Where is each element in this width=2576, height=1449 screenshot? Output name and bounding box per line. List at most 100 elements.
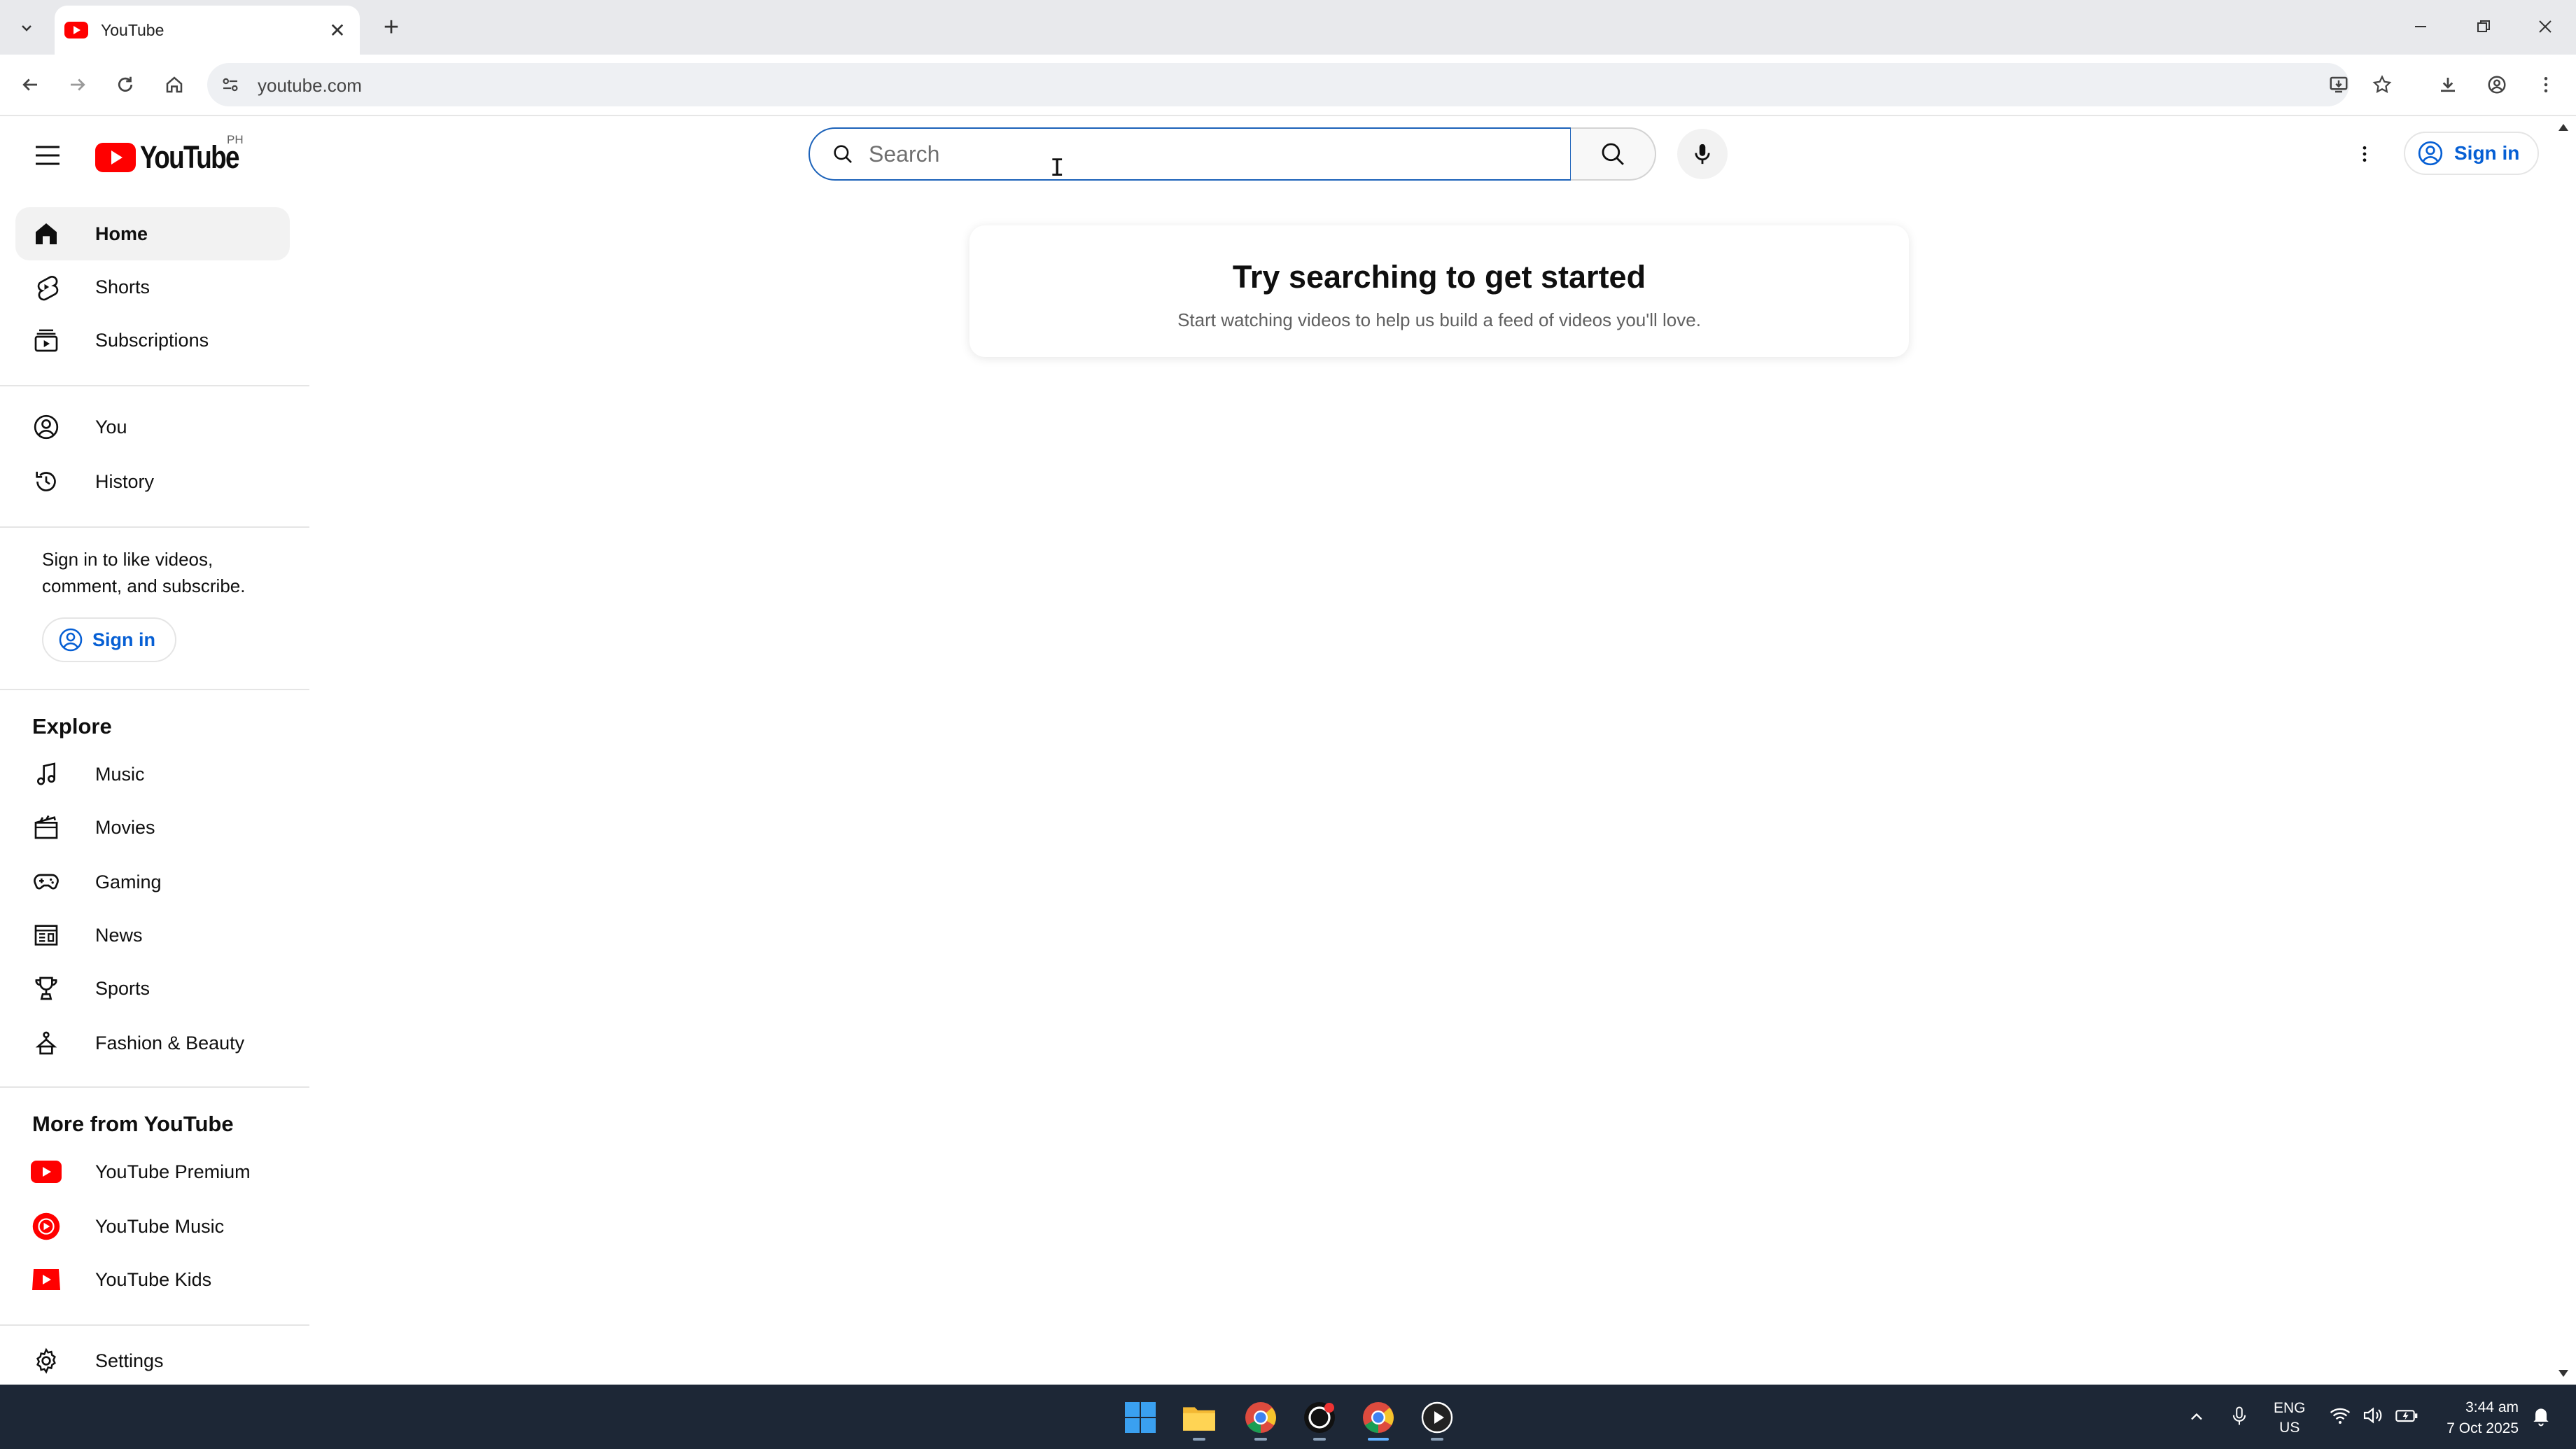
- search-button[interactable]: [1571, 127, 1656, 181]
- clock-time: 3:44 am: [2465, 1399, 2519, 1415]
- sidebar-item-youtube-premium[interactable]: YouTube Premium: [15, 1145, 290, 1198]
- youtube-logo-text: YouTube: [140, 139, 240, 175]
- tray-microphone[interactable]: [2229, 1404, 2250, 1428]
- text-cursor-icon: I: [1050, 154, 1065, 182]
- sidebar-item-label: Home: [95, 223, 148, 244]
- close-window-button[interactable]: [2523, 7, 2568, 46]
- language-indicator[interactable]: ENG US: [2274, 1399, 2306, 1438]
- folder-icon: [1183, 1407, 1215, 1431]
- sidebar-item-news[interactable]: News: [15, 909, 290, 962]
- sidebar-sign-in-prompt: Sign in to like videos, comment, and sub…: [42, 549, 246, 596]
- news-icon: [29, 918, 63, 952]
- sidebar-item-you[interactable]: You: [15, 400, 290, 454]
- browser-tab-youtube[interactable]: YouTube ✕: [55, 6, 360, 55]
- notifications-button[interactable]: [2530, 1404, 2552, 1428]
- browser-menu-button[interactable]: [2530, 69, 2562, 101]
- sidebar-item-settings[interactable]: Settings: [15, 1340, 290, 1382]
- sidebar-item-gaming[interactable]: Gaming: [15, 855, 290, 909]
- settings-menu-button[interactable]: [2346, 136, 2383, 172]
- youtube-premium-icon: [29, 1155, 63, 1189]
- history-icon: [29, 465, 63, 498]
- minimize-button[interactable]: [2398, 7, 2443, 46]
- guide-menu-button[interactable]: [28, 136, 67, 175]
- sidebar-item-label: YouTube Premium: [95, 1161, 251, 1182]
- you-icon: [29, 410, 63, 444]
- search-box[interactable]: [808, 127, 1572, 181]
- url-text: youtube.com: [258, 75, 362, 96]
- browser-toolbar: youtube.com: [0, 55, 2576, 116]
- header-sign-in-label: Sign in: [2454, 142, 2520, 164]
- start-button[interactable]: [1116, 1393, 1165, 1442]
- install-app-button[interactable]: [2323, 69, 2355, 101]
- tab-search-button[interactable]: [10, 11, 43, 45]
- sidebar-item-home[interactable]: Home: [15, 207, 290, 260]
- volume-icon: [2363, 1407, 2382, 1424]
- back-button[interactable]: [14, 69, 46, 101]
- sidebar-item-history[interactable]: History: [15, 455, 290, 508]
- sidebar-divider: [0, 689, 309, 690]
- search-input[interactable]: [867, 140, 1500, 168]
- account-icon: [2418, 141, 2443, 166]
- sidebar-divider: [0, 526, 309, 528]
- scroll-down-arrow-icon[interactable]: [2556, 1366, 2570, 1380]
- home-outline-icon: [166, 76, 183, 93]
- taskbar-chrome-profile[interactable]: [1354, 1393, 1403, 1442]
- sidebar-item-label: Fashion & Beauty: [95, 1032, 245, 1054]
- quick-settings[interactable]: [2328, 1404, 2419, 1427]
- reload-button[interactable]: [109, 69, 141, 101]
- tab-title: YouTube: [101, 20, 164, 39]
- sidebar-item-label: Sports: [95, 977, 150, 999]
- more-from-youtube-heading: More from YouTube: [32, 1112, 234, 1136]
- taskbar-media-player[interactable]: [1413, 1393, 1462, 1442]
- sidebar-item-youtube-kids[interactable]: YouTube Kids: [15, 1253, 290, 1306]
- gaming-icon: [29, 865, 63, 899]
- sidebar-divider: [0, 385, 309, 386]
- restore-button[interactable]: [2461, 7, 2506, 46]
- sidebar-item-subscriptions[interactable]: Subscriptions: [15, 314, 290, 367]
- sidebar-divider: [0, 1086, 309, 1088]
- fashion-icon: [29, 1026, 63, 1060]
- bookmark-button[interactable]: [2366, 69, 2398, 101]
- minimize-icon: [2415, 26, 2426, 27]
- empty-feed-subtitle: Start watching videos to help us build a…: [1177, 309, 1701, 330]
- sidebar-item-movies[interactable]: Movies: [15, 801, 290, 854]
- taskbar-file-explorer[interactable]: [1175, 1393, 1224, 1442]
- show-hidden-icons-button[interactable]: [2187, 1407, 2206, 1427]
- voice-search-button[interactable]: [1677, 129, 1728, 179]
- taskbar-chrome[interactable]: [1236, 1393, 1285, 1442]
- explore-heading: Explore: [32, 714, 112, 738]
- sidebar-item-label: News: [95, 924, 143, 946]
- sidebar-item-music[interactable]: Music: [15, 748, 290, 801]
- star-icon: [2372, 75, 2392, 93]
- home-button[interactable]: [158, 69, 190, 101]
- youtube-favicon-icon: [64, 22, 88, 38]
- scroll-up-arrow-icon[interactable]: [2556, 120, 2570, 134]
- forward-button[interactable]: [62, 69, 94, 101]
- tab-close-icon[interactable]: ✕: [323, 16, 351, 44]
- sidebar-item-youtube-music[interactable]: YouTube Music: [15, 1200, 290, 1253]
- new-tab-button[interactable]: +: [374, 10, 409, 45]
- restore-icon: [2477, 20, 2490, 32]
- sidebar-item-label: YouTube Kids: [95, 1268, 212, 1290]
- sidebar-item-fashion-beauty[interactable]: Fashion & Beauty: [15, 1016, 290, 1070]
- sidebar-item-label: You: [95, 416, 127, 438]
- language-code: ENG: [2274, 1400, 2306, 1416]
- install-icon: [2330, 76, 2348, 93]
- header-sign-in-button[interactable]: Sign in: [2404, 132, 2540, 175]
- taskbar-github-desktop[interactable]: [1295, 1393, 1344, 1442]
- sidebar-item-label: History: [95, 470, 155, 492]
- account-icon: [59, 628, 83, 652]
- site-info-icon[interactable]: [220, 74, 241, 95]
- profile-button[interactable]: [2481, 69, 2513, 101]
- github-icon: [1304, 1402, 1335, 1433]
- sidebar-item-shorts[interactable]: Shorts: [15, 260, 290, 314]
- clock[interactable]: 3:44 am 7 Oct 2025: [2435, 1397, 2519, 1439]
- address-bar[interactable]: youtube.com: [207, 63, 2349, 106]
- sidebar-item-sports[interactable]: Sports: [15, 962, 290, 1015]
- downloads-button[interactable]: [2432, 69, 2464, 101]
- chevron-up-icon: [2191, 1413, 2202, 1420]
- chrome-icon: [1363, 1402, 1394, 1433]
- search-icon: [1602, 143, 1624, 165]
- sidebar-sign-in-button[interactable]: Sign in: [42, 617, 176, 662]
- sidebar-divider: [0, 1324, 309, 1326]
